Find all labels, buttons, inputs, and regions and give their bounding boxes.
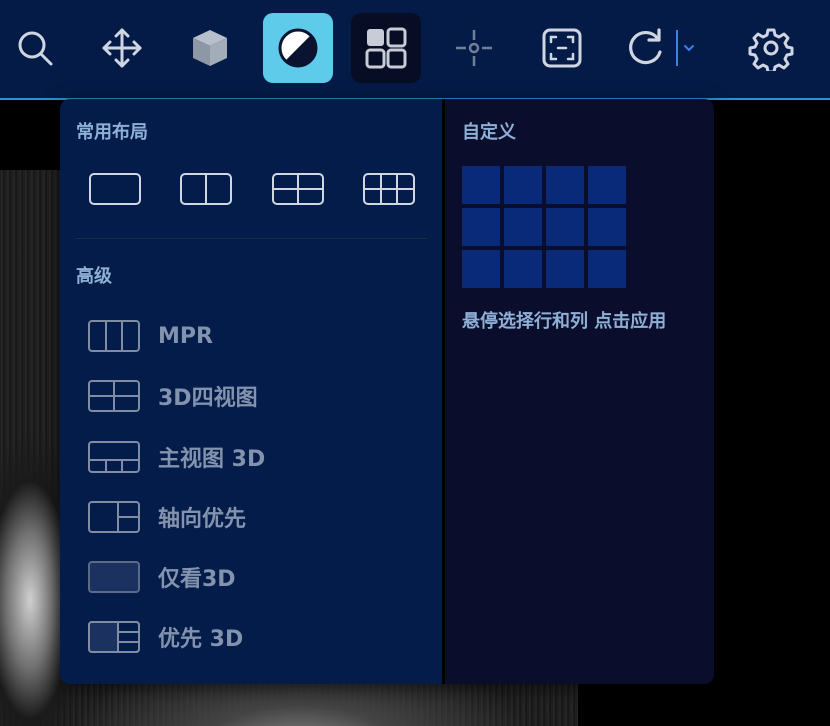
grid-cell[interactable]: [546, 250, 584, 288]
advanced-item-mpr[interactable]: MPR: [86, 316, 213, 356]
custom-layout-grid[interactable]: [462, 166, 628, 290]
advanced-item-label: 3D四视图: [158, 386, 258, 411]
advanced-item-axial-first[interactable]: 轴向优先: [86, 497, 246, 537]
layout-tool-button[interactable]: [351, 13, 421, 83]
layout-2x3-icon: [363, 173, 415, 205]
contrast-icon: [278, 28, 318, 68]
reset-options-dropdown[interactable]: [682, 41, 696, 55]
grid-cell[interactable]: [462, 166, 500, 204]
layout-menu-right: 自定义 悬停选择行和列 点击应用: [445, 99, 714, 684]
crosshair-icon: [456, 30, 492, 66]
advanced-item-label: 仅看3D: [158, 567, 236, 592]
layout-menu-left: 常用布局 高级 MPR 3D四视图 主视图 3D 轴向优先 仅看3D 优先 3D: [60, 99, 442, 684]
3d-tool-button[interactable]: [175, 13, 245, 83]
grid-cell[interactable]: [462, 208, 500, 246]
section-divider: [75, 238, 427, 239]
search-icon: [18, 31, 53, 66]
layout-grid-icon: [365, 27, 407, 69]
move-tool-button[interactable]: [87, 13, 157, 83]
layout-option-2x3[interactable]: [361, 171, 417, 207]
redo-icon: [629, 28, 662, 65]
top-toolbar: [0, 0, 830, 100]
chevron-down-icon: [684, 45, 694, 52]
search-tool-button[interactable]: [0, 13, 70, 83]
gear-icon: [748, 28, 794, 71]
layout-option-2x2[interactable]: [270, 171, 326, 207]
window-level-tool-button[interactable]: [263, 13, 333, 83]
grid-cell[interactable]: [546, 208, 584, 246]
toolbar-separator: [676, 30, 678, 66]
grid-cell[interactable]: [546, 166, 584, 204]
advanced-layouts-title: 高级: [76, 266, 112, 287]
advanced-item-label: 轴向优先: [158, 507, 247, 532]
custom-layout-title: 自定义: [462, 122, 516, 143]
reset-group: [622, 13, 696, 83]
grid-cell[interactable]: [588, 250, 626, 288]
layout-menu-panel: 常用布局 高级 MPR 3D四视图 主视图 3D 轴向优先 仅看3D 优先 3D…: [60, 99, 714, 684]
crosshair-tool-button[interactable]: [439, 13, 509, 83]
grid-cell[interactable]: [504, 208, 542, 246]
advanced-item-label: MPR: [158, 323, 213, 349]
mpr-layout-icon: [88, 320, 140, 352]
cube-icon: [193, 30, 227, 66]
layout-2x2-icon: [272, 173, 324, 205]
layout-option-1x2[interactable]: [178, 171, 234, 207]
advanced-item-label: 主视图 3D: [158, 447, 266, 472]
advanced-item-label: 优先 3D: [158, 627, 244, 652]
layout-1x1-icon: [89, 173, 141, 205]
grid-cell[interactable]: [588, 208, 626, 246]
axial-first-layout-icon: [88, 501, 140, 533]
settings-button[interactable]: [736, 13, 806, 83]
grid-cell[interactable]: [462, 250, 500, 288]
layout-option-1x1[interactable]: [87, 171, 143, 207]
grid-cell[interactable]: [588, 166, 626, 204]
fit-frame-tool-button[interactable]: [527, 13, 597, 83]
custom-layout-hint: 悬停选择行和列 点击应用: [462, 311, 667, 332]
advanced-item-only-3d[interactable]: 仅看3D: [86, 557, 236, 597]
fit-frame-icon: [542, 28, 582, 68]
layout-1x2-icon: [180, 173, 232, 205]
redo-button[interactable]: [622, 25, 668, 71]
common-layouts-title: 常用布局: [76, 122, 148, 143]
advanced-item-main-view[interactable]: 主视图 3D: [86, 437, 265, 477]
four-view-layout-icon: [88, 380, 140, 412]
common-layouts-row: [87, 171, 417, 207]
grid-cell[interactable]: [504, 166, 542, 204]
only-3d-layout-icon: [88, 561, 140, 593]
advanced-item-3d-first[interactable]: 优先 3D: [86, 617, 243, 657]
3d-first-layout-icon: [88, 621, 140, 653]
main-view-layout-icon: [88, 441, 140, 473]
advanced-item-four-view[interactable]: 3D四视图: [86, 376, 258, 416]
move-icon: [102, 28, 142, 68]
grid-cell[interactable]: [504, 250, 542, 288]
